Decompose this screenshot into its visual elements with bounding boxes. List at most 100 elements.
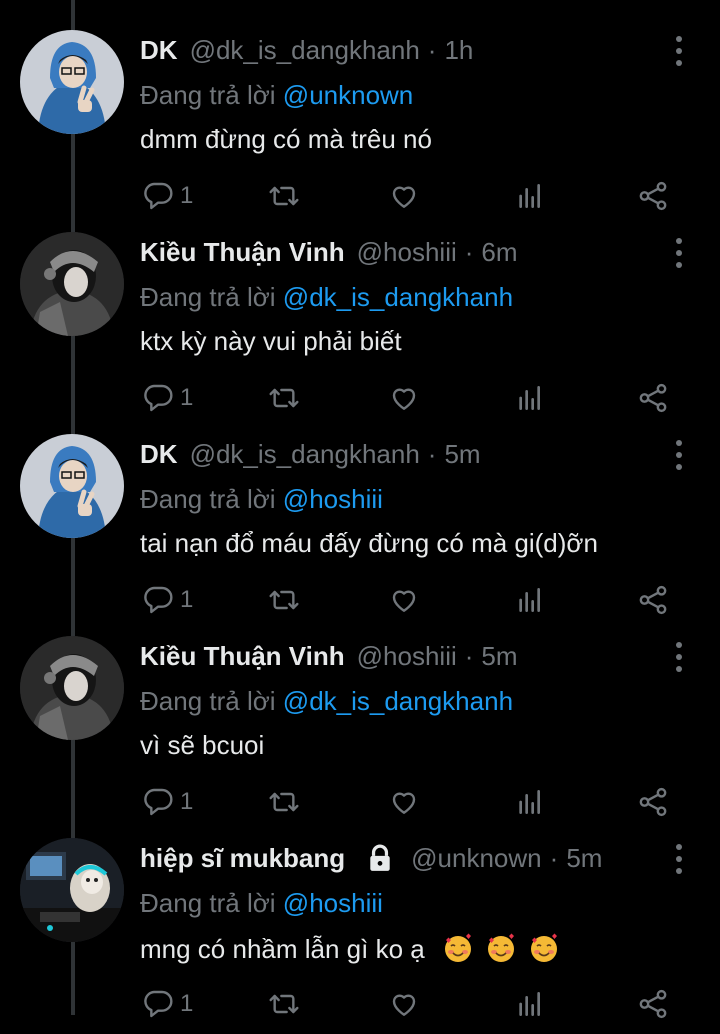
share-button[interactable] [636,378,670,418]
mention-link[interactable]: @dk_is_dangkhanh [283,282,513,312]
reply-icon [144,586,173,614]
like-button[interactable] [388,782,420,822]
timestamp[interactable]: 5m [481,641,517,672]
like-button[interactable] [388,378,420,418]
avatar[interactable] [20,30,124,134]
share-icon [639,787,667,817]
heart-icon [392,590,416,612]
tweet-actions: 1 [140,580,700,620]
tweet-item[interactable]: DK @dk_is_dangkhanh · 5m Đang trả lời @h… [0,428,720,630]
display-name[interactable]: DK [140,439,178,470]
tweet-text: dmm đừng có mà trêu nó [140,124,432,154]
analytics-icon [519,992,540,1016]
tweet-text: ktx kỳ này vui phải biết [140,326,402,356]
heart-icon [392,186,416,208]
replying-to: Đang trả lời @dk_is_dangkhanh [140,686,513,717]
replying-to-label: Đang trả lời [140,80,276,110]
reply-button[interactable]: 1 [142,984,193,1024]
replying-to: Đang trả lời @hoshiii [140,888,383,919]
retweet-button[interactable] [268,378,300,418]
replying-to-label: Đang trả lời [140,484,276,514]
user-handle[interactable]: @hoshiii [357,237,457,268]
share-icon [639,989,667,1019]
analytics-button[interactable] [514,782,546,822]
tweet-actions: 1 [140,782,700,822]
reply-button[interactable]: 1 [142,378,193,418]
tweet-header: Kiều Thuận Vinh @hoshiii · 5m [140,636,660,676]
tweet-text: vì sẽ bcuoi [140,730,265,760]
tweet-actions: 1 [140,984,700,1024]
mention-link[interactable]: @dk_is_dangkhanh [283,686,513,716]
reply-button[interactable]: 1 [142,176,193,216]
retweet-button[interactable] [268,580,300,620]
retweet-button[interactable] [268,984,300,1024]
avatar[interactable] [20,434,124,538]
avatar[interactable] [20,232,124,336]
timestamp[interactable]: 5m [444,439,480,470]
mention-link[interactable]: @hoshiii [283,888,383,918]
like-button[interactable] [388,580,420,620]
heart-icon [392,388,416,410]
separator-dot: · [464,640,474,671]
avatar[interactable] [20,838,124,942]
timestamp[interactable]: 5m [566,843,602,874]
tweet-actions: 1 [140,378,700,418]
display-name[interactable]: hiệp sĩ mukbang [140,843,345,874]
tweet-item[interactable]: Kiều Thuận Vinh @hoshiii · 5m Đang trả l… [0,630,720,832]
more-options-icon[interactable] [672,642,686,672]
reply-count: 1 [180,182,194,209]
replying-to: Đang trả lời @unknown [140,80,413,111]
replying-to-label: Đang trả lời [140,282,276,312]
reply-count: 1 [180,990,194,1017]
user-handle[interactable]: @dk_is_dangkhanh [190,439,420,470]
analytics-button[interactable] [514,580,546,620]
share-button[interactable] [636,984,670,1024]
share-button[interactable] [636,580,670,620]
display-name[interactable]: Kiều Thuận Vinh [140,641,345,672]
analytics-button[interactable] [514,378,546,418]
retweet-icon [269,186,299,206]
reply-icon [144,990,173,1018]
mention-link[interactable]: @unknown [283,80,413,110]
avatar[interactable] [20,636,124,740]
user-handle[interactable]: @hoshiii [357,641,457,672]
tweet-header: DK @dk_is_dangkhanh · 5m [140,434,660,474]
tweet-item[interactable]: hiệp sĩ mukbang @unknown · 5m Đang trả l… [0,832,720,1034]
reply-count: 1 [180,788,194,815]
replying-to-label: Đang trả lời [140,686,276,716]
smiling-face-with-hearts-icon [531,933,558,962]
retweet-icon [269,792,299,812]
tweet-item[interactable]: DK @dk_is_dangkhanh · 1h Đang trả lời @u… [0,24,720,226]
analytics-button[interactable] [514,176,546,216]
user-handle[interactable]: @dk_is_dangkhanh [190,35,420,66]
like-button[interactable] [388,176,420,216]
share-icon [639,383,667,413]
more-options-icon[interactable] [672,844,686,874]
timestamp[interactable]: 6m [481,237,517,268]
retweet-button[interactable] [268,782,300,822]
display-name[interactable]: DK [140,35,178,66]
replying-to-label: Đang trả lời [140,888,276,918]
reply-button[interactable]: 1 [142,580,193,620]
tweet-text: tai nạn đổ máu đấy đừng có mà gi(d)ỡn [140,528,598,558]
more-options-icon[interactable] [672,238,686,268]
tweet-item[interactable]: Kiều Thuận Vinh @hoshiii · 6m Đang trả l… [0,226,720,428]
analytics-icon [519,386,540,410]
retweet-button[interactable] [268,176,300,216]
reply-button[interactable]: 1 [142,782,193,822]
analytics-icon [519,790,540,814]
reply-icon [144,384,173,412]
mention-link[interactable]: @hoshiii [283,484,383,514]
replying-to: Đang trả lời @dk_is_dangkhanh [140,282,513,313]
reply-count: 1 [180,384,194,411]
timestamp[interactable]: 1h [444,35,473,66]
user-handle[interactable]: @unknown [411,843,541,874]
analytics-button[interactable] [514,984,546,1024]
more-options-icon[interactable] [672,440,686,470]
share-button[interactable] [636,176,670,216]
share-button[interactable] [636,782,670,822]
tweet-actions: 1 [140,176,700,216]
like-button[interactable] [388,984,420,1024]
display-name[interactable]: Kiều Thuận Vinh [140,237,345,268]
more-options-icon[interactable] [672,36,686,66]
